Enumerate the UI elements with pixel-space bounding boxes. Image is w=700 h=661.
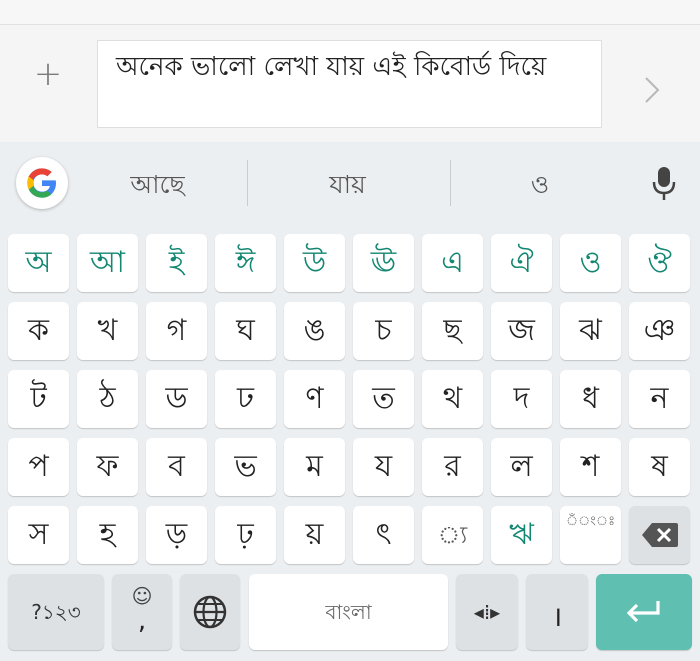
key-vowel[interactable]: আ (77, 234, 138, 292)
microphone-icon[interactable] (650, 165, 678, 203)
key-consonant[interactable]: ঢ় (215, 506, 276, 564)
key-vowel[interactable]: ঊ (353, 234, 414, 292)
key-ya-phala[interactable]: ◌্য (422, 506, 483, 564)
key-diacritics[interactable]: ◌ঁ◌ং◌ঃ (560, 506, 621, 564)
key-consonant[interactable]: ণ (284, 370, 345, 428)
enter-key[interactable] (596, 574, 692, 650)
suggestion-1[interactable]: আছে (100, 165, 215, 205)
key-consonant[interactable]: জ (491, 302, 552, 360)
key-consonant[interactable]: গ (146, 302, 207, 360)
key-consonant[interactable]: ম (284, 438, 345, 496)
key-consonant[interactable]: ড (146, 370, 207, 428)
key-consonant[interactable]: ন (629, 370, 690, 428)
key-vowel[interactable]: ই (146, 234, 207, 292)
key-consonant[interactable]: ঠ (77, 370, 138, 428)
symbols-key[interactable]: ?১২৩ (8, 574, 104, 650)
key-consonant[interactable]: হ (77, 506, 138, 564)
globe-key[interactable] (180, 574, 240, 650)
status-strip (0, 0, 700, 25)
key-consonant[interactable]: ব (146, 438, 207, 496)
key-consonant[interactable]: ঢ (215, 370, 276, 428)
key-vowel[interactable]: ঋ (491, 506, 552, 564)
key-consonant[interactable]: থ (422, 370, 483, 428)
key-consonant[interactable]: ড় (146, 506, 207, 564)
backspace-key[interactable] (629, 506, 690, 564)
key-consonant[interactable]: চ (353, 302, 414, 360)
key-consonant[interactable]: প (8, 438, 69, 496)
emoji-comma-key[interactable]: ☺ , (112, 574, 172, 650)
key-consonant[interactable]: শ (560, 438, 621, 496)
key-consonant[interactable]: র (422, 438, 483, 496)
key-vowel[interactable]: উ (284, 234, 345, 292)
key-consonant[interactable]: ত (353, 370, 414, 428)
suggestion-3[interactable]: ও (490, 165, 590, 205)
emoji-icon: ☺ (131, 584, 153, 608)
key-consonant[interactable]: ভ (215, 438, 276, 496)
key-consonant[interactable]: দ (491, 370, 552, 428)
key-vowel[interactable]: অ (8, 234, 69, 292)
key-consonant[interactable]: ঞ (629, 302, 690, 360)
key-vowel[interactable]: ঔ (629, 234, 690, 292)
suggestion-divider (247, 160, 248, 206)
key-consonant[interactable]: ফ (77, 438, 138, 496)
key-consonant[interactable]: ধ (560, 370, 621, 428)
key-consonant[interactable]: খ (77, 302, 138, 360)
key-consonant[interactable]: ৎ (353, 506, 414, 564)
key-consonant[interactable]: ঝ (560, 302, 621, 360)
key-consonant[interactable]: ষ (629, 438, 690, 496)
danda-key[interactable]: । (526, 574, 588, 650)
message-input[interactable]: অনেক ভালো লেখা যায় এই কিবোর্ড দিয়ে (97, 40, 602, 128)
cursor-move-key[interactable]: ◂⁞▸ (456, 574, 518, 650)
key-consonant[interactable]: ঙ (284, 302, 345, 360)
key-consonant[interactable]: স (8, 506, 69, 564)
backspace-icon (641, 523, 678, 547)
key-consonant[interactable]: ছ (422, 302, 483, 360)
key-vowel[interactable]: ও (560, 234, 621, 292)
key-consonant[interactable]: ক (8, 302, 69, 360)
globe-icon (193, 595, 227, 629)
chevron-right-icon[interactable] (640, 70, 664, 110)
key-consonant[interactable]: ট (8, 370, 69, 428)
comma-label: , (137, 606, 147, 636)
key-consonant[interactable]: য (353, 438, 414, 496)
plus-icon[interactable]: + (30, 56, 66, 92)
key-vowel[interactable]: এ (422, 234, 483, 292)
suggestion-2[interactable]: যায় (290, 165, 405, 205)
key-consonant[interactable]: ল (491, 438, 552, 496)
key-consonant[interactable]: য় (284, 506, 345, 564)
key-consonant[interactable]: ঘ (215, 302, 276, 360)
key-vowel[interactable]: ঐ (491, 234, 552, 292)
key-vowel[interactable]: ঈ (215, 234, 276, 292)
enter-icon (626, 601, 660, 623)
suggestion-divider (450, 160, 451, 206)
space-key[interactable]: বাংলা (249, 574, 448, 650)
google-icon[interactable] (16, 157, 68, 209)
